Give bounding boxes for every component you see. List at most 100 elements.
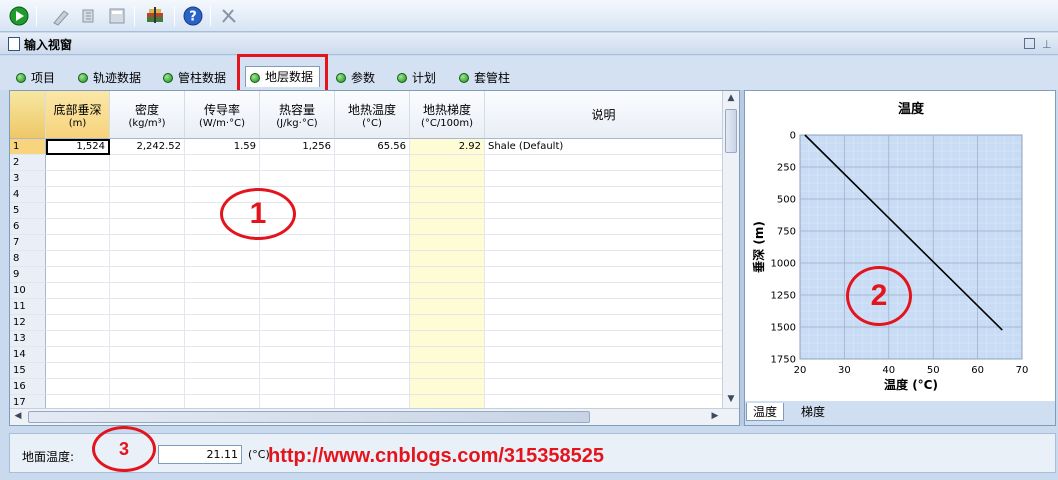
- table-row[interactable]: 13: [10, 331, 723, 347]
- table-row[interactable]: 5: [10, 203, 723, 219]
- table-cell[interactable]: [260, 315, 335, 331]
- table-cell[interactable]: [410, 347, 485, 363]
- table-cell[interactable]: [410, 363, 485, 379]
- table-row[interactable]: 6: [10, 219, 723, 235]
- table-cell[interactable]: [260, 155, 335, 171]
- grid-corner[interactable]: [10, 91, 46, 139]
- table-cell[interactable]: [185, 267, 260, 283]
- table-cell[interactable]: [410, 187, 485, 203]
- table-cell[interactable]: [335, 267, 410, 283]
- table-cell[interactable]: [410, 267, 485, 283]
- table-cell[interactable]: [410, 315, 485, 331]
- tools-icon[interactable]: [78, 5, 100, 27]
- tab-casing[interactable]: 套管柱: [459, 69, 510, 87]
- table-cell[interactable]: [110, 155, 185, 171]
- table-cell[interactable]: [335, 203, 410, 219]
- table-cell[interactable]: [335, 235, 410, 251]
- table-cell[interactable]: [335, 155, 410, 171]
- table-cell[interactable]: [46, 363, 110, 379]
- table-cell[interactable]: [46, 171, 110, 187]
- table-cell[interactable]: [485, 363, 723, 379]
- table-cell[interactable]: [46, 235, 110, 251]
- table-row[interactable]: 8: [10, 251, 723, 267]
- measure-icon[interactable]: [50, 5, 72, 27]
- table-cell[interactable]: [110, 283, 185, 299]
- table-cell[interactable]: [335, 283, 410, 299]
- table-cell[interactable]: [485, 235, 723, 251]
- table-cell[interactable]: [485, 331, 723, 347]
- column-header[interactable]: 说明: [485, 91, 723, 139]
- table-cell[interactable]: [46, 299, 110, 315]
- scroll-thumb[interactable]: [725, 109, 737, 153]
- table-cell[interactable]: [335, 219, 410, 235]
- table-cell[interactable]: [110, 235, 185, 251]
- table-cell[interactable]: [260, 363, 335, 379]
- table-row[interactable]: 2: [10, 155, 723, 171]
- disabled-tool-icon[interactable]: [218, 5, 240, 27]
- table-cell[interactable]: [185, 155, 260, 171]
- table-cell[interactable]: [46, 347, 110, 363]
- table-cell[interactable]: [335, 347, 410, 363]
- table-cell[interactable]: [185, 315, 260, 331]
- table-cell[interactable]: [410, 203, 485, 219]
- table-cell[interactable]: [110, 299, 185, 315]
- table-cell[interactable]: [335, 171, 410, 187]
- chart-tab-gradient[interactable]: 梯度: [795, 403, 831, 421]
- table-cell[interactable]: [410, 251, 485, 267]
- table-cell[interactable]: 1.59: [185, 139, 260, 155]
- table-cell[interactable]: [410, 171, 485, 187]
- table-row[interactable]: 12: [10, 315, 723, 331]
- table-row[interactable]: 1 1,524 2,242.52 1.59 1,256 65.56 2.92 Shale (D…: [10, 139, 723, 155]
- table-cell[interactable]: [185, 299, 260, 315]
- table-cell[interactable]: [46, 155, 110, 171]
- calculator-icon[interactable]: [106, 5, 128, 27]
- table-cell[interactable]: [485, 219, 723, 235]
- table-cell[interactable]: [410, 219, 485, 235]
- column-header[interactable]: 传导率 (W/m·°C): [185, 91, 260, 139]
- table-cell[interactable]: [46, 379, 110, 395]
- table-cell[interactable]: 2,242.52: [110, 139, 185, 155]
- table-cell[interactable]: [335, 379, 410, 395]
- column-header[interactable]: 热容量 (J/kg·°C): [260, 91, 335, 139]
- table-cell[interactable]: [185, 283, 260, 299]
- tab-parameters[interactable]: 参数: [336, 69, 375, 87]
- table-cell[interactable]: [110, 171, 185, 187]
- table-cell[interactable]: [185, 347, 260, 363]
- tab-plan[interactable]: 计划: [397, 69, 436, 87]
- table-cell[interactable]: [260, 331, 335, 347]
- table-cell[interactable]: [110, 203, 185, 219]
- table-cell[interactable]: 2.92: [410, 139, 485, 155]
- table-cell[interactable]: [335, 251, 410, 267]
- table-cell[interactable]: [185, 171, 260, 187]
- table-cell[interactable]: [46, 251, 110, 267]
- table-cell[interactable]: [110, 219, 185, 235]
- table-cell[interactable]: [260, 171, 335, 187]
- table-row[interactable]: 11: [10, 299, 723, 315]
- table-row[interactable]: 16: [10, 379, 723, 395]
- table-cell[interactable]: [110, 251, 185, 267]
- table-cell[interactable]: [335, 299, 410, 315]
- table-cell[interactable]: [185, 363, 260, 379]
- table-cell[interactable]: [485, 283, 723, 299]
- table-row[interactable]: 14: [10, 347, 723, 363]
- table-cell[interactable]: [46, 331, 110, 347]
- table-cell[interactable]: [260, 267, 335, 283]
- table-cell[interactable]: [46, 267, 110, 283]
- table-cell[interactable]: [485, 251, 723, 267]
- table-cell[interactable]: [260, 251, 335, 267]
- table-cell[interactable]: [485, 379, 723, 395]
- tab-trajectory[interactable]: 轨迹数据: [78, 69, 141, 87]
- table-cell[interactable]: [410, 283, 485, 299]
- scroll-right-icon[interactable]: ▶: [707, 411, 723, 421]
- table-row[interactable]: 7: [10, 235, 723, 251]
- surface-temp-input[interactable]: 21.11: [158, 445, 242, 464]
- layers-icon[interactable]: [144, 5, 166, 27]
- restore-icon[interactable]: [1024, 38, 1035, 49]
- scroll-down-icon[interactable]: ▼: [723, 394, 739, 404]
- table-cell[interactable]: [485, 171, 723, 187]
- column-header[interactable]: 地热温度 (°C): [335, 91, 410, 139]
- table-cell[interactable]: [46, 203, 110, 219]
- table-cell[interactable]: [485, 267, 723, 283]
- table-row[interactable]: 4: [10, 187, 723, 203]
- table-cell[interactable]: [110, 363, 185, 379]
